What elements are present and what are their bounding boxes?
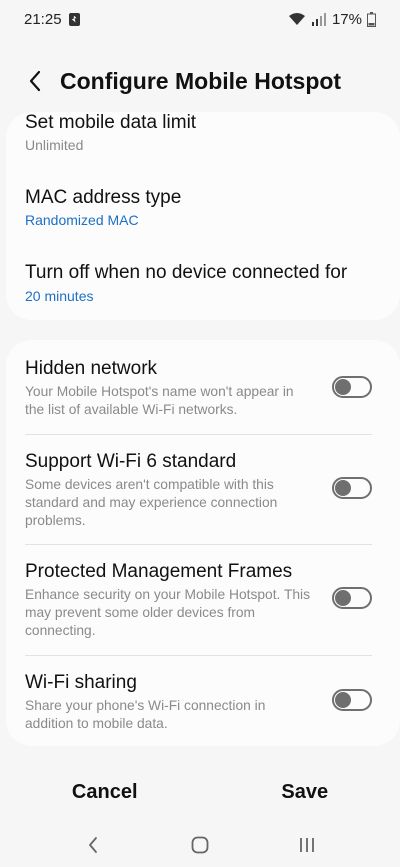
signal-icon	[311, 13, 326, 26]
wifi-icon	[288, 13, 305, 25]
auto-off-title: Turn off when no device connected for	[25, 262, 348, 283]
data-limit-item[interactable]: Set mobile data limit Unlimited	[6, 112, 400, 174]
page-title: Configure Mobile Hotspot	[60, 67, 342, 94]
wifi-sharing-desc: Share your phone's Wi-Fi connection in a…	[25, 698, 266, 731]
battery-percent: 17%	[331, 10, 362, 28]
mac-address-value: Randomized MAC	[25, 212, 139, 228]
wifi6-title: Support Wi-Fi 6 standard	[25, 451, 237, 472]
wifi6-item[interactable]: Support Wi-Fi 6 standard Some devices ar…	[6, 435, 400, 544]
navigation-bar	[0, 822, 400, 867]
pmf-title: Protected Management Frames	[25, 561, 293, 582]
save-button[interactable]: Save	[251, 775, 358, 810]
hidden-network-desc: Your Mobile Hotspot's name won't appear …	[25, 384, 294, 417]
battery-icon	[367, 11, 376, 27]
pmf-toggle[interactable]	[332, 587, 372, 609]
auto-off-value: 20 minutes	[25, 288, 94, 304]
nav-recents-icon[interactable]	[287, 825, 327, 865]
hidden-network-item[interactable]: Hidden network Your Mobile Hotspot's nam…	[6, 340, 400, 434]
hidden-network-title: Hidden network	[25, 358, 158, 379]
wifi6-desc: Some devices aren't compatible with this…	[25, 477, 278, 528]
hidden-network-toggle[interactable]	[332, 376, 372, 398]
wifi-sharing-title: Wi-Fi sharing	[25, 672, 137, 693]
app-bar: Configure Mobile Hotspot	[0, 58, 400, 104]
notification-icon	[68, 12, 80, 26]
settings-card-data: Set mobile data limit Unlimited MAC addr…	[6, 112, 400, 320]
mac-address-title: MAC address type	[25, 187, 182, 208]
status-time: 21:25	[24, 10, 62, 28]
auto-off-item[interactable]: Turn off when no device connected for 20…	[6, 248, 400, 320]
status-bar: 21:25 17%	[0, 0, 400, 38]
wifi-sharing-toggle[interactable]	[332, 689, 372, 711]
wifi6-toggle[interactable]	[332, 477, 372, 499]
mac-address-item[interactable]: MAC address type Randomized MAC	[6, 174, 400, 248]
pmf-item[interactable]: Protected Management Frames Enhance secu…	[6, 545, 400, 655]
data-limit-title: Set mobile data limit	[25, 112, 197, 133]
settings-card-advanced: Hidden network Your Mobile Hotspot's nam…	[6, 340, 400, 746]
cancel-button[interactable]: Cancel	[42, 775, 168, 810]
back-arrow-icon[interactable]	[20, 66, 50, 96]
data-limit-value: Unlimited	[25, 137, 84, 153]
wifi-sharing-item[interactable]: Wi-Fi sharing Share your phone's Wi-Fi c…	[6, 656, 400, 746]
nav-home-icon[interactable]	[180, 825, 220, 865]
pmf-desc: Enhance security on your Mobile Hotspot.…	[25, 587, 311, 638]
nav-back-icon[interactable]	[73, 825, 113, 865]
action-bar: Cancel Save	[0, 772, 400, 812]
